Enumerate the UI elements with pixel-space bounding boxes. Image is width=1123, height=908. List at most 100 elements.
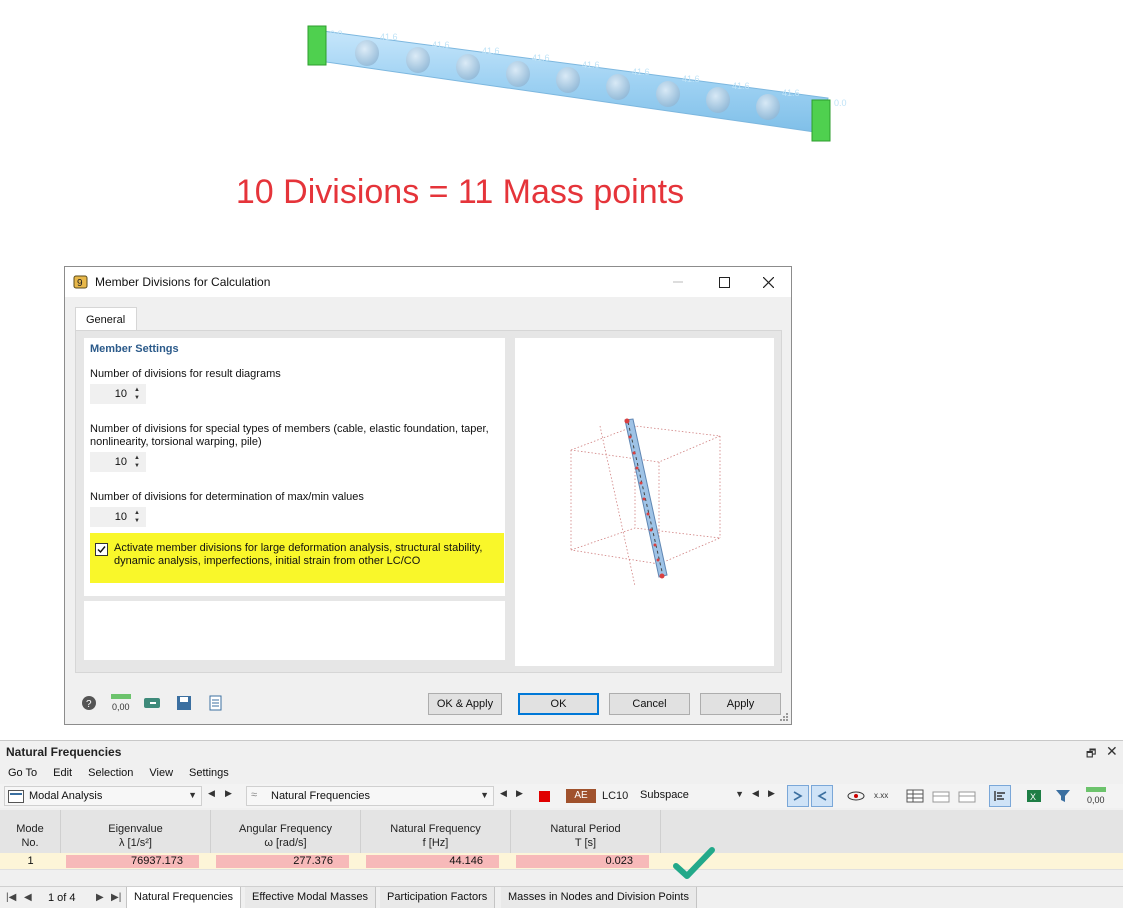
menu-goto[interactable]: Go To	[0, 765, 45, 783]
analysis-type-select[interactable]: Modal Analysis ▼	[4, 786, 202, 806]
cell-mode: 1	[27, 855, 34, 867]
column-header-mode: Mode No.	[0, 810, 61, 853]
beam-point-label: 41.6	[432, 40, 450, 50]
tab-effective-modal-masses[interactable]: Effective Modal Masses	[245, 887, 376, 908]
column-header-line: Eigenvalue	[108, 823, 163, 835]
visibility-icon[interactable]	[845, 785, 867, 807]
help-icon[interactable]: ?	[77, 692, 101, 714]
library-icon[interactable]	[205, 692, 229, 714]
column-header-empty	[661, 810, 1123, 853]
member-division-preview	[515, 338, 774, 666]
cancel-button[interactable]: Cancel	[609, 693, 690, 715]
dialog-titlebar[interactable]: 9 Member Divisions for Calculation	[65, 267, 791, 297]
close-button[interactable]	[745, 267, 791, 297]
checkmark-icon	[97, 546, 106, 554]
panel-title: Natural Frequencies	[6, 745, 122, 759]
calculator-icon[interactable]	[141, 692, 165, 714]
menu-edit[interactable]: Edit	[45, 765, 80, 783]
cell-natural-frequency: 44.146	[366, 855, 499, 868]
max-min-spinner[interactable]: 10 ▲ ▼	[90, 507, 146, 527]
svg-text:0,00: 0,00	[112, 702, 130, 712]
menu-settings[interactable]: Settings	[181, 765, 237, 783]
column-header-line: f [Hz]	[422, 837, 449, 849]
max-min-label: Number of divisions for determination of…	[90, 491, 364, 503]
units-icon[interactable]: 0,00	[109, 692, 133, 714]
solver-value: Subspace	[640, 789, 689, 801]
column-header-line: No.	[21, 837, 39, 849]
last-page-icon[interactable]: ▶|	[111, 892, 121, 903]
model-3d-view[interactable]: 0.0 41.6 41.6 41.6 41.6 41.6 41.6 41.6 4…	[0, 0, 1123, 160]
special-members-spinner[interactable]: 10 ▲ ▼	[90, 452, 146, 472]
table-row[interactable]: 1 76937.173 277.376 44.146 0.023	[0, 853, 1123, 870]
import-table-icon[interactable]	[956, 785, 978, 807]
tab-natural-frequencies[interactable]: Natural Frequencies	[126, 887, 242, 908]
next-analysis-icon[interactable]: ▶	[225, 788, 232, 799]
excel-export-icon[interactable]: X	[1023, 785, 1045, 807]
load-case-badge: AE	[566, 789, 596, 803]
next-page-icon[interactable]: ▶	[96, 892, 104, 903]
spinner-arrows-icon[interactable]: ▲ ▼	[132, 509, 142, 525]
filter-icon[interactable]	[1052, 785, 1074, 807]
check-mark-icon	[673, 847, 715, 879]
ok-button[interactable]: OK	[518, 693, 599, 715]
menu-view[interactable]: View	[141, 765, 181, 783]
resize-grip-icon[interactable]	[779, 712, 789, 722]
tab-general[interactable]: General	[75, 307, 137, 331]
column-header-natural-frequency: Natural Frequency f [Hz]	[361, 810, 511, 853]
beam-point-label: 41.6	[380, 32, 398, 42]
decimals-icon[interactable]: x.xx	[872, 785, 894, 807]
prev-loadcase-icon[interactable]: ◀	[752, 788, 759, 799]
table-icon[interactable]	[904, 785, 926, 807]
close-panel-icon[interactable]: ✕	[1106, 743, 1118, 760]
spinner-arrows-icon[interactable]: ▲ ▼	[132, 386, 142, 402]
maximize-icon	[718, 276, 730, 288]
spinner-arrows-icon[interactable]: ▲ ▼	[132, 454, 142, 470]
tab-masses-in-nodes[interactable]: Masses in Nodes and Division Points	[501, 887, 697, 908]
first-page-icon[interactable]: |◀	[6, 892, 16, 903]
menu-selection[interactable]: Selection	[80, 765, 141, 783]
result-type-select[interactable]: ≈ Natural Frequencies ▼	[246, 786, 494, 806]
svg-text:?: ?	[86, 699, 92, 710]
page-indicator: 1 of 4	[48, 892, 76, 904]
next-result-icon[interactable]: ▶	[516, 788, 523, 799]
solver-select[interactable]: Subspace ▼	[634, 786, 748, 806]
special-members-label: Number of divisions for special types of…	[90, 423, 489, 448]
units-toggle-icon[interactable]: 0,00	[1085, 785, 1107, 807]
cell-angular-frequency: 277.376	[216, 855, 349, 868]
panel-toolbar: Modal Analysis ▼ ◀ ▶ ≈ Natural Frequenci…	[0, 784, 1123, 808]
section-title: Member Settings	[90, 343, 179, 355]
column-header-line: λ [1/s²]	[118, 837, 152, 849]
apply-button[interactable]: Apply	[700, 693, 781, 715]
result-type-value: Natural Frequencies	[271, 790, 371, 802]
support-left	[307, 25, 327, 66]
prev-page-icon[interactable]: ◀	[24, 892, 32, 903]
column-header-line: Mode	[16, 823, 44, 835]
export-table-icon[interactable]	[930, 785, 952, 807]
select-forward-icon[interactable]	[787, 785, 809, 807]
beam-point-label: 41.6	[532, 53, 550, 63]
next-loadcase-icon[interactable]: ▶	[768, 788, 775, 799]
column-header-angular-frequency: Angular Frequency ω [rad/s]	[211, 810, 361, 853]
chevron-down-icon: ▼	[188, 790, 197, 800]
activate-divisions-label[interactable]: Activate member divisions for large defo…	[114, 542, 506, 568]
tab-content: Member Settings Number of divisions for …	[75, 330, 782, 673]
tab-participation-factors[interactable]: Participation Factors	[380, 887, 496, 908]
select-back-icon[interactable]	[811, 785, 833, 807]
member-settings-panel: Member Settings Number of divisions for …	[84, 338, 505, 596]
save-icon[interactable]	[173, 692, 197, 714]
load-case-color-icon	[539, 791, 550, 802]
restore-panel-icon[interactable]: 🗗	[1086, 745, 1096, 764]
activate-divisions-checkbox[interactable]	[95, 543, 108, 556]
ok-apply-button[interactable]: OK & Apply	[428, 693, 502, 715]
result-diagrams-spinner[interactable]: 10 ▲ ▼	[90, 384, 146, 404]
align-left-icon[interactable]	[989, 785, 1011, 807]
minimize-button[interactable]	[655, 267, 701, 297]
dialog-footer-tools: ? 0,00	[77, 692, 229, 714]
prev-analysis-icon[interactable]: ◀	[208, 788, 215, 799]
maximize-button[interactable]	[701, 267, 747, 297]
member-divisions-dialog: 9 Member Divisions for Calculation Gener…	[64, 266, 792, 725]
dialog-title: Member Divisions for Calculation	[95, 275, 271, 289]
prev-result-icon[interactable]: ◀	[500, 788, 507, 799]
beam-point-label: 41.6	[782, 88, 800, 98]
analysis-type-value: Modal Analysis	[29, 790, 103, 802]
